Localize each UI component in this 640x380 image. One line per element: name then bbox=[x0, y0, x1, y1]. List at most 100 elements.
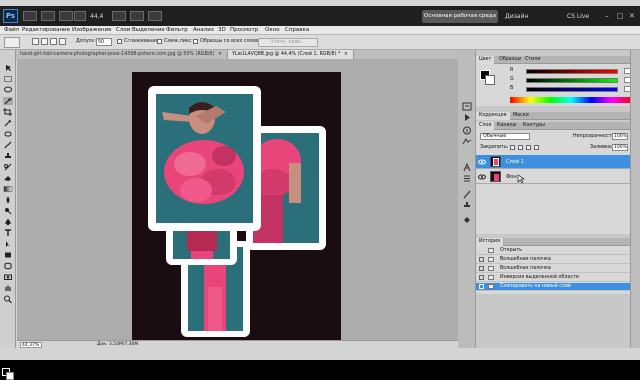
blue-slider[interactable] bbox=[526, 87, 618, 92]
menu-view[interactable]: Просмотр bbox=[230, 27, 258, 33]
tab-color[interactable]: Цвет bbox=[476, 56, 495, 64]
tool-presets-panel-icon[interactable] bbox=[462, 216, 472, 225]
lock-position-icon[interactable] bbox=[526, 145, 531, 150]
info-panel-icon[interactable] bbox=[462, 126, 472, 135]
menu-analysis[interactable]: Анализ bbox=[193, 27, 214, 33]
crop-tool-icon[interactable] bbox=[3, 108, 13, 116]
gradient-tool-icon[interactable] bbox=[3, 185, 13, 193]
contiguous-checkbox[interactable] bbox=[157, 39, 162, 44]
visibility-eye-icon[interactable] bbox=[478, 173, 486, 181]
lock-transparency-icon[interactable] bbox=[510, 145, 515, 150]
canvas-area[interactable] bbox=[17, 59, 458, 340]
menu-window[interactable]: Окно bbox=[265, 27, 280, 33]
type-tool-icon[interactable] bbox=[3, 229, 13, 237]
menu-file[interactable]: Файл bbox=[4, 27, 19, 33]
status-doc-size[interactable]: Док: 3,54M/7,30M bbox=[97, 342, 138, 347]
refine-edge-button[interactable]: Уточн. край... bbox=[258, 38, 318, 47]
zoom-tool-icon[interactable] bbox=[3, 295, 13, 304]
menu-edit[interactable]: Редактирование bbox=[22, 27, 70, 33]
3d-camera-tool-icon[interactable] bbox=[3, 273, 13, 281]
menu-3d[interactable]: 3D bbox=[218, 27, 226, 33]
add-selection-icon[interactable] bbox=[41, 38, 48, 45]
clone-source-panel-icon[interactable] bbox=[462, 201, 472, 210]
color-bg-swatch[interactable] bbox=[485, 75, 495, 85]
magic-wand-tool-icon[interactable] bbox=[3, 97, 13, 105]
visibility-eye-icon[interactable] bbox=[478, 158, 486, 166]
history-brush-tool-icon[interactable] bbox=[3, 163, 13, 171]
tab-document-2[interactable]: YLie1L4VQ8B.jpg @ 44,4% (Слой 1, RGB/8) … bbox=[228, 50, 354, 59]
green-slider[interactable] bbox=[526, 78, 618, 83]
document-canvas[interactable] bbox=[132, 72, 341, 340]
paragraph-panel-icon[interactable] bbox=[462, 174, 472, 183]
history-brush-source-icon[interactable] bbox=[479, 284, 484, 289]
tolerance-input[interactable]: 50 bbox=[96, 38, 112, 46]
history-item[interactable]: Волшебная палочка bbox=[476, 256, 630, 264]
tab-styles[interactable]: Стили bbox=[522, 56, 543, 64]
3d-rotate-tool-icon[interactable] bbox=[3, 262, 13, 270]
opacity-input[interactable]: 100% bbox=[612, 133, 628, 140]
hand-tool-icon[interactable] bbox=[3, 284, 13, 292]
healing-brush-tool-icon[interactable] bbox=[3, 130, 13, 138]
subtract-selection-icon[interactable] bbox=[50, 38, 57, 45]
view-extras-icon[interactable] bbox=[59, 11, 73, 21]
layer-row-background[interactable]: Фон bbox=[476, 170, 630, 184]
layer-name[interactable]: Фон bbox=[506, 174, 517, 180]
path-selection-tool-icon[interactable] bbox=[3, 240, 13, 248]
tab-paths[interactable]: Контуры bbox=[520, 122, 548, 130]
history-item[interactable]: Волшебная палочка bbox=[476, 265, 630, 273]
menu-layers[interactable]: Слои bbox=[116, 27, 130, 33]
layer-name[interactable]: Слой 1 bbox=[506, 159, 524, 165]
eyedropper-tool-icon[interactable] bbox=[3, 119, 13, 127]
menu-select[interactable]: Выделение bbox=[132, 27, 165, 33]
minimize-button[interactable]: – bbox=[605, 12, 609, 20]
tab-channels[interactable]: Каналы bbox=[494, 122, 519, 130]
zoom-level-value[interactable]: 44,4 bbox=[90, 13, 103, 20]
marquee-tool-icon[interactable] bbox=[3, 75, 13, 83]
background-color-swatch[interactable] bbox=[6, 372, 14, 380]
actions-panel-icon[interactable] bbox=[462, 113, 472, 122]
zoom-tool-icon[interactable] bbox=[130, 11, 144, 21]
blend-mode-select[interactable]: Обычные bbox=[480, 133, 530, 140]
antialias-checkbox[interactable] bbox=[117, 39, 122, 44]
navigator-panel-icon[interactable] bbox=[462, 137, 472, 146]
hand-tool-icon[interactable] bbox=[112, 11, 126, 21]
history-brush-source-icon[interactable] bbox=[479, 275, 484, 280]
pen-tool-icon[interactable] bbox=[3, 218, 13, 226]
menu-help[interactable]: Справка bbox=[285, 27, 309, 33]
tab-history[interactable]: История bbox=[476, 238, 504, 246]
tab-adjustments[interactable]: Коррекция bbox=[476, 112, 510, 120]
tab-layers[interactable]: Слои bbox=[476, 122, 495, 130]
dodge-tool-icon[interactable] bbox=[3, 207, 13, 215]
history-item[interactable]: Инверсия выделенной области bbox=[476, 274, 630, 282]
move-tool-icon[interactable] bbox=[3, 64, 13, 72]
brush-tool-icon[interactable] bbox=[3, 141, 13, 149]
maximize-button[interactable]: □ bbox=[617, 12, 624, 20]
bridge-icon[interactable] bbox=[23, 11, 37, 21]
workspace-essentials-button[interactable]: Основная рабочая среда bbox=[422, 10, 498, 23]
eraser-tool-icon[interactable] bbox=[3, 174, 13, 182]
history-brush-source-icon[interactable] bbox=[479, 257, 484, 262]
tab-masks[interactable]: Маски bbox=[510, 112, 532, 120]
mini-bridge-icon[interactable] bbox=[41, 11, 55, 21]
menu-filter[interactable]: Фильтр bbox=[166, 27, 188, 33]
panel-collapse-strip[interactable] bbox=[630, 50, 640, 348]
clone-stamp-tool-icon[interactable] bbox=[3, 152, 13, 160]
history-panel-icon[interactable] bbox=[462, 102, 472, 111]
menu-image[interactable]: Изображение bbox=[72, 27, 112, 33]
red-slider[interactable] bbox=[526, 69, 618, 74]
blur-tool-icon[interactable] bbox=[3, 196, 13, 204]
all-layers-checkbox[interactable] bbox=[193, 39, 198, 44]
rotate-view-icon[interactable] bbox=[148, 11, 162, 21]
tab-close-icon[interactable]: × bbox=[344, 52, 348, 57]
shape-tool-icon[interactable] bbox=[3, 251, 13, 259]
lock-pixels-icon[interactable] bbox=[518, 145, 523, 150]
fill-input[interactable]: 100% bbox=[612, 144, 628, 151]
workspace-design-button[interactable]: Дизайн bbox=[505, 13, 528, 20]
magic-wand-preset-icon[interactable] bbox=[4, 37, 20, 48]
history-brush-source-icon[interactable] bbox=[479, 266, 484, 271]
tab-swatches[interactable]: Образцы bbox=[496, 56, 524, 64]
cs-live-button[interactable]: CS Live bbox=[567, 13, 589, 20]
new-selection-icon[interactable] bbox=[32, 38, 39, 45]
zoom-level-icon[interactable] bbox=[74, 11, 86, 21]
layer-row-layer-1[interactable]: Слой 1 bbox=[476, 155, 630, 169]
